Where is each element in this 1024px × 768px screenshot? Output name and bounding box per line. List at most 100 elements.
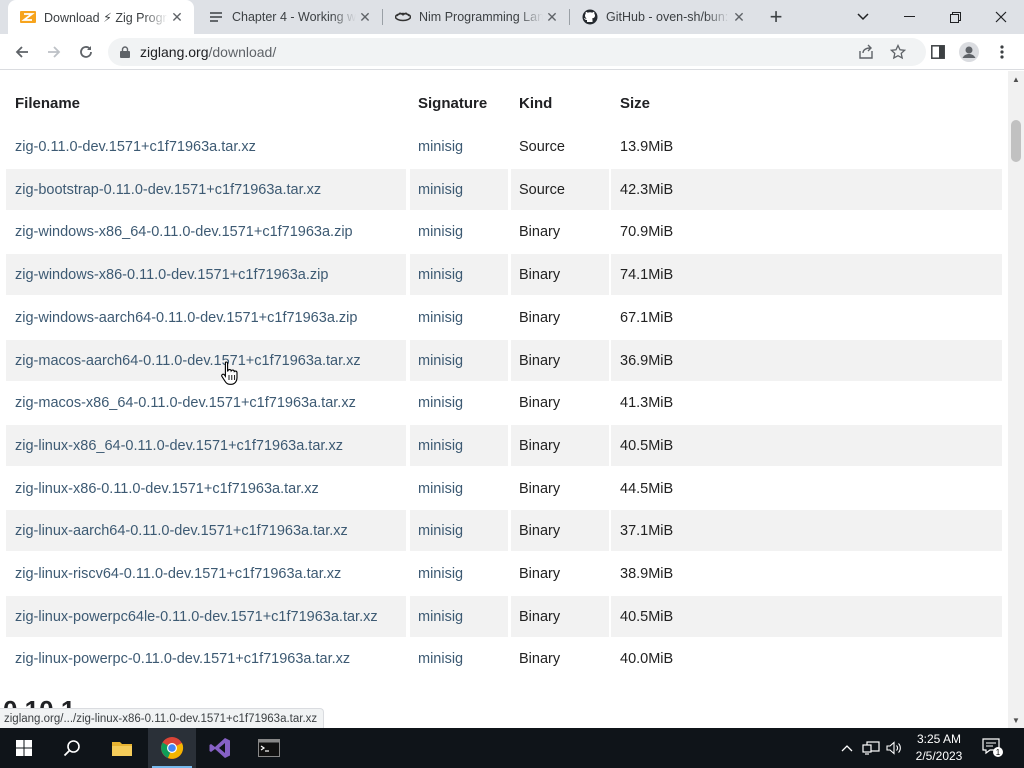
windows-taskbar: 3:25 AM 2/5/2023 1	[0, 728, 1024, 768]
table-row: zig-linux-riscv64-0.11.0-dev.1571+c1f719…	[6, 553, 1002, 594]
share-icon[interactable]	[852, 38, 880, 66]
size-cell: 44.5MiB	[620, 480, 674, 497]
download-link[interactable]: zig-windows-x86_64-0.11.0-dev.1571+c1f71…	[6, 211, 406, 252]
kind-cell: Source	[511, 169, 609, 210]
tab-title: GitHub - oven-sh/bun: Incredibly fast	[606, 10, 730, 24]
windows-start-icon[interactable]	[0, 728, 48, 768]
download-link[interactable]: zig-linux-aarch64-0.11.0-dev.1571+c1f719…	[6, 510, 406, 551]
menu-kebab-icon[interactable]	[988, 38, 1016, 66]
scrollbar-thumb[interactable]	[1011, 120, 1021, 162]
url-path: /download/	[208, 44, 277, 60]
restore-button[interactable]	[932, 0, 978, 34]
tab-title: Download ⚡ Zig Programming Language	[44, 10, 168, 25]
signature-link[interactable]: minisig	[410, 553, 508, 594]
download-link[interactable]: zig-linux-riscv64-0.11.0-dev.1571+c1f719…	[6, 553, 406, 594]
table-row: zig-linux-x86_64-0.11.0-dev.1571+c1f7196…	[6, 425, 1002, 466]
tab-search-chevron-icon[interactable]	[840, 0, 886, 34]
chrome-icon[interactable]	[148, 728, 196, 768]
forward-arrow-icon[interactable]	[40, 38, 68, 66]
tab-strip: Download ⚡ Zig Programming Language ✕ Ch…	[0, 0, 1024, 34]
signature-link[interactable]: minisig	[410, 510, 508, 551]
kind-cell: Binary	[511, 425, 609, 466]
download-link[interactable]: zig-windows-aarch64-0.11.0-dev.1571+c1f7…	[6, 297, 406, 338]
notification-center-icon[interactable]: 1	[980, 728, 1006, 768]
download-link[interactable]: zig-bootstrap-0.11.0-dev.1571+c1f71963a.…	[6, 169, 406, 210]
size-cell: 70.9MiB	[620, 223, 674, 240]
signature-link[interactable]: minisig	[410, 126, 508, 167]
file-explorer-icon[interactable]	[98, 728, 146, 768]
lock-icon[interactable]	[120, 46, 130, 58]
download-link[interactable]: zig-macos-x86_64-0.11.0-dev.1571+c1f7196…	[6, 382, 406, 423]
side-panel-icon[interactable]	[924, 38, 952, 66]
url-domain: ziglang.org	[140, 44, 209, 60]
size-cell: 40.5MiB	[611, 425, 1002, 466]
close-tab-icon[interactable]: ✕	[356, 8, 374, 26]
table-row: zig-linux-aarch64-0.11.0-dev.1571+c1f719…	[6, 510, 1002, 551]
table-row: zig-linux-powerpc64le-0.11.0-dev.1571+c1…	[6, 596, 1002, 637]
visual-studio-icon[interactable]	[196, 728, 244, 768]
tab-chapter-4[interactable]: Chapter 4 - Working with Zig ✕	[196, 0, 382, 34]
close-window-button[interactable]	[978, 0, 1024, 34]
tab-zig-download[interactable]: Download ⚡ Zig Programming Language ✕	[8, 0, 194, 34]
close-tab-icon[interactable]: ✕	[543, 8, 561, 26]
table-row: zig-windows-aarch64-0.11.0-dev.1571+c1f7…	[6, 297, 1002, 338]
kind-cell: Binary	[519, 650, 561, 667]
kind-cell: Source	[519, 138, 565, 155]
download-link[interactable]: zig-linux-powerpc-0.11.0-dev.1571+c1f719…	[6, 638, 406, 679]
kind-cell: Binary	[519, 394, 561, 411]
search-icon[interactable]	[48, 728, 96, 768]
back-arrow-icon[interactable]	[8, 38, 36, 66]
system-clock[interactable]: 3:25 AM 2/5/2023	[906, 731, 972, 765]
download-link[interactable]: zig-linux-x86-0.11.0-dev.1571+c1f71963a.…	[6, 468, 406, 509]
size-cell: 67.1MiB	[620, 309, 674, 326]
close-tab-icon[interactable]: ✕	[168, 8, 186, 26]
browser-window: Download ⚡ Zig Programming Language ✕ Ch…	[0, 0, 1024, 768]
table-row: zig-linux-powerpc-0.11.0-dev.1571+c1f719…	[6, 638, 1002, 679]
signature-link[interactable]: minisig	[410, 638, 508, 679]
signature-link[interactable]: minisig	[410, 340, 508, 381]
download-link[interactable]: zig-linux-x86_64-0.11.0-dev.1571+c1f7196…	[6, 425, 406, 466]
scroll-up-arrow-icon[interactable]: ▲	[1008, 71, 1024, 87]
tab-nim[interactable]: Nim Programming Language ✕	[383, 0, 569, 34]
download-link[interactable]: zig-linux-powerpc64le-0.11.0-dev.1571+c1…	[6, 596, 406, 637]
column-header-size: Size	[620, 95, 651, 112]
url-text: ziglang.org/download/	[140, 44, 276, 60]
signature-link[interactable]: minisig	[410, 468, 508, 509]
show-hidden-icons-chevron-icon[interactable]	[838, 728, 856, 768]
volume-icon[interactable]	[884, 728, 904, 768]
nim-crown-icon	[395, 9, 411, 25]
download-link[interactable]: zig-macos-aarch64-0.11.0-dev.1571+c1f719…	[6, 340, 406, 381]
kind-cell: Binary	[511, 510, 609, 551]
vertical-scrollbar[interactable]: ▲ ▼	[1008, 71, 1024, 728]
reload-icon[interactable]	[72, 38, 100, 66]
signature-link[interactable]: minisig	[410, 596, 508, 637]
page-content: Filename Signature Kind Size zig-0.11.0-…	[0, 71, 1008, 728]
download-link[interactable]: zig-windows-x86-0.11.0-dev.1571+c1f71963…	[6, 254, 406, 295]
signature-link[interactable]: minisig	[410, 169, 508, 210]
profile-avatar-icon[interactable]	[955, 38, 983, 66]
signature-link[interactable]: minisig	[410, 425, 508, 466]
signature-link[interactable]: minisig	[410, 254, 508, 295]
signature-link[interactable]: minisig	[410, 211, 508, 252]
table-row: zig-macos-x86_64-0.11.0-dev.1571+c1f7196…	[6, 382, 1002, 423]
link-status-bubble: ziglang.org/.../zig-linux-x86-0.11.0-dev…	[0, 708, 325, 728]
kind-cell: Binary	[511, 596, 609, 637]
table-row: zig-windows-x86-0.11.0-dev.1571+c1f71963…	[6, 254, 1002, 295]
signature-link[interactable]: minisig	[410, 297, 508, 338]
download-link[interactable]: zig-0.11.0-dev.1571+c1f71963a.tar.xz	[6, 126, 406, 167]
table-row: zig-bootstrap-0.11.0-dev.1571+c1f71963a.…	[6, 169, 1002, 210]
kind-cell: Binary	[519, 565, 561, 582]
signature-link[interactable]: minisig	[410, 382, 508, 423]
close-tab-icon[interactable]: ✕	[730, 8, 748, 26]
hand-pointer-cursor-icon	[220, 360, 240, 386]
bookmark-star-icon[interactable]	[884, 38, 912, 66]
network-icon[interactable]	[860, 728, 882, 768]
tab-github-bun[interactable]: GitHub - oven-sh/bun: Incredibly fast ✕	[570, 0, 756, 34]
scroll-down-arrow-icon[interactable]: ▼	[1008, 712, 1024, 728]
notification-count: 1	[996, 748, 1001, 757]
minimize-button[interactable]	[886, 0, 932, 34]
github-icon	[582, 9, 598, 25]
address-bar[interactable]: ziglang.org/download/	[108, 38, 926, 66]
terminal-icon[interactable]	[245, 728, 293, 768]
new-tab-button[interactable]: +	[764, 4, 788, 29]
